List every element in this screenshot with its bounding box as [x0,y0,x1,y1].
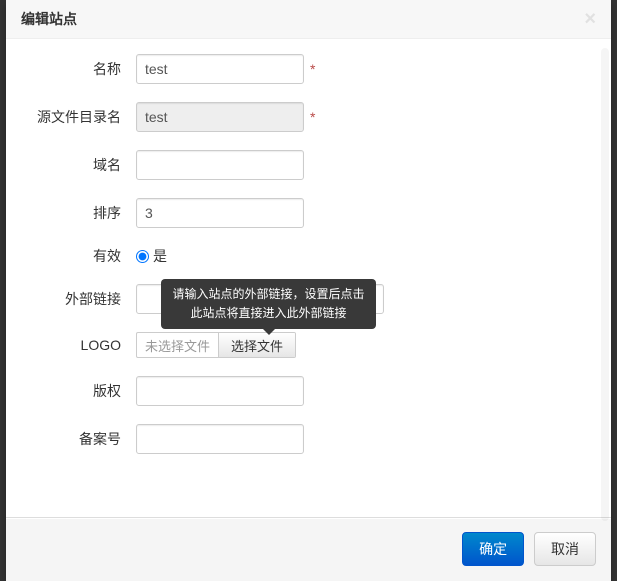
logo-choose-file-button[interactable]: 选择文件 [219,333,295,357]
label-sort: 排序 [21,203,136,223]
row-enabled: 有效 是 否 [21,246,596,266]
close-icon[interactable]: × [584,9,596,29]
row-domain: 域名 [21,150,596,180]
row-sort: 排序 [21,198,596,228]
label-domain: 域名 [21,155,136,175]
row-source-dir: 源文件目录名 * [21,102,596,132]
tooltip-line: 此站点将直接进入此外部链接 [171,304,366,323]
label-logo: LOGO [21,337,136,353]
modal-footer: 确定 取消 [6,517,611,581]
edit-site-modal: 编辑站点 × 名称 * 源文件目录名 * 域名 排序 [6,0,611,581]
external-link-tooltip: 请输入站点的外部链接，设置后点击 此站点将直接进入此外部链接 [161,279,376,329]
scrollbar[interactable] [601,48,609,521]
domain-input[interactable] [136,150,304,180]
logo-file-picker[interactable]: 未选择文件 选择文件 [136,332,296,358]
modal-header: 编辑站点 × [6,0,611,39]
required-mark: * [310,61,315,77]
row-copyright: 版权 [21,376,596,406]
cancel-button[interactable]: 取消 [534,532,596,566]
modal-body: 名称 * 源文件目录名 * 域名 排序 有效 [6,39,611,517]
enabled-yes-radio[interactable] [136,250,149,263]
row-name: 名称 * [21,54,596,84]
label-external-link: 外部链接 [21,289,136,309]
modal-title: 编辑站点 [21,9,77,29]
icp-input[interactable] [136,424,304,454]
ok-button[interactable]: 确定 [462,532,524,566]
name-input[interactable] [136,54,304,84]
required-mark: * [310,109,315,125]
source-dir-input [136,102,304,132]
row-logo: LOGO 未选择文件 选择文件 [21,332,596,358]
enabled-yes-label: 是 [153,246,167,266]
sort-input[interactable] [136,198,304,228]
enabled-yes-option[interactable]: 是 [136,246,167,266]
label-copyright: 版权 [21,381,136,401]
label-enabled: 有效 [21,246,136,266]
label-name: 名称 [21,59,136,79]
tooltip-line: 请输入站点的外部链接，设置后点击 [171,285,366,304]
logo-no-file-text: 未选择文件 [137,333,219,357]
label-source-dir: 源文件目录名 [21,107,136,127]
copyright-input[interactable] [136,376,304,406]
row-icp: 备案号 [21,424,596,454]
label-icp: 备案号 [21,429,136,449]
